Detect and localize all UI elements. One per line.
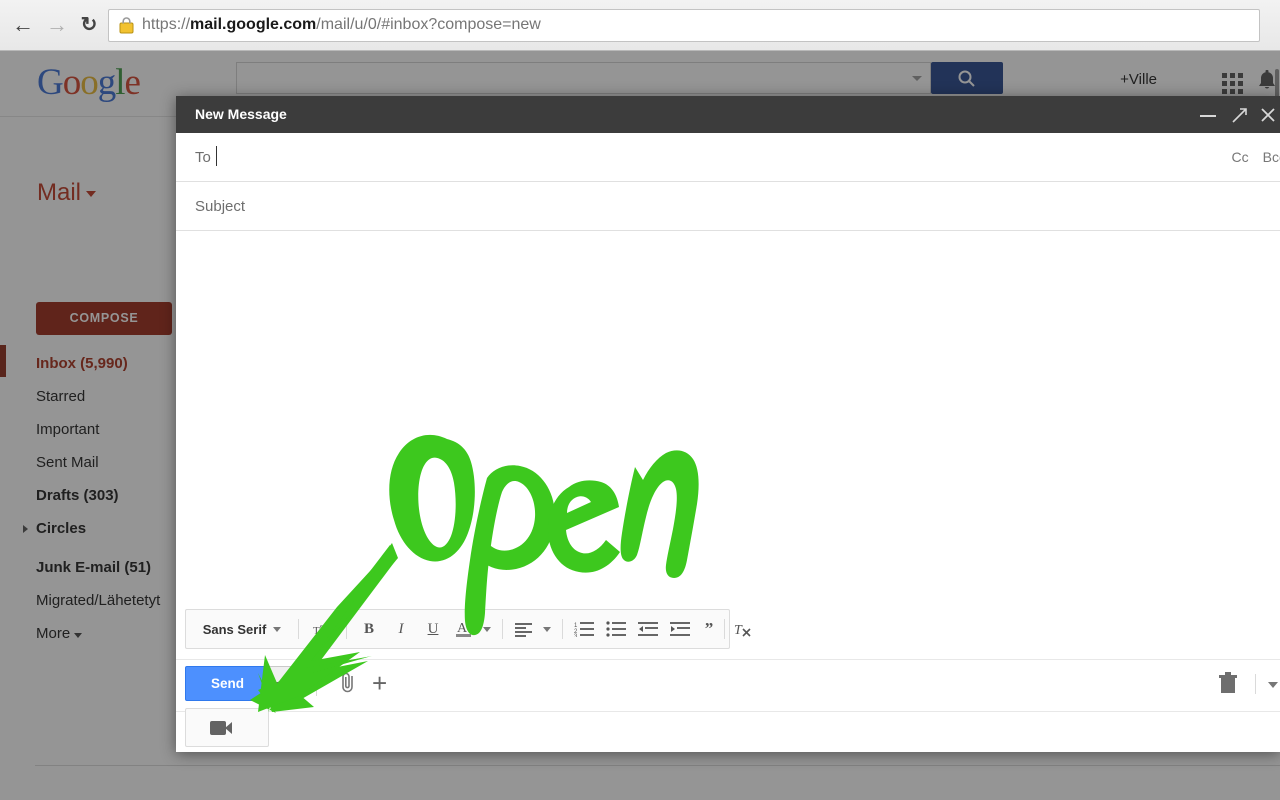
sidebar-item-label: Inbox (5,990) (36, 355, 128, 372)
font-family-label: Sans Serif (202, 621, 267, 637)
expand-arrow-icon (1232, 108, 1247, 123)
formatting-toolbar: Sans Serif TT B I U A 1 2 3 ” T (185, 609, 751, 649)
align-chevron-down-icon[interactable] (538, 610, 556, 648)
more-options-chevron-down-icon[interactable] (1268, 682, 1278, 688)
sidebar-item-label: Important (36, 421, 100, 438)
mail-dropdown[interactable]: Mail (37, 179, 97, 207)
text-size-icon[interactable]: TT (306, 610, 340, 648)
cc-bcc-group: Cc Bcc (1218, 149, 1280, 165)
apps-grid-icon[interactable] (1222, 73, 1244, 95)
svg-text:3: 3 (574, 634, 578, 637)
sidebar-item-label: Junk E-mail (51) (36, 559, 152, 576)
minimize-icon (1200, 115, 1216, 117)
address-bar[interactable]: https://mail.google.com/mail/u/0/#inbox?… (108, 9, 1260, 42)
sidebar-item-label: More (36, 625, 71, 642)
compose-action-row: Send + (176, 659, 1280, 711)
paperclip-icon[interactable] (338, 670, 358, 696)
italic-icon[interactable]: I (386, 610, 416, 648)
warning-lock-icon (119, 17, 134, 34)
search-input[interactable] (236, 62, 931, 94)
sidebar-item-label: Starred (36, 388, 86, 405)
toolbar-separator (724, 619, 725, 639)
toolbar-separator (562, 619, 563, 639)
compose-titlebar: New Message (176, 96, 1280, 133)
google-logo: Google (37, 62, 141, 103)
text-cursor (216, 146, 217, 166)
toolbar-separator (298, 619, 299, 639)
sidebar-item-label: Sent Mail (36, 454, 99, 471)
chevron-down-icon (276, 682, 284, 687)
to-field-row[interactable]: To Cc Bcc (176, 133, 1280, 182)
remove-formatting-icon[interactable]: T (730, 610, 760, 648)
send-button[interactable]: Send (185, 666, 270, 701)
svg-text:T: T (313, 625, 320, 637)
subject-placeholder: Subject (195, 198, 246, 215)
browser-toolbar: ← → ↻ https://mail.google.com/mail/u/0/#… (0, 0, 1280, 51)
mail-dropdown-label: Mail (37, 179, 82, 206)
toolbar-separator (502, 619, 503, 639)
send-options-button[interactable] (268, 666, 294, 701)
chat-divider (35, 765, 1280, 766)
video-camera-button[interactable] (185, 708, 269, 747)
screen: ← → ↻ https://mail.google.com/mail/u/0/#… (0, 0, 1280, 800)
expand-triangle-icon[interactable] (23, 525, 28, 533)
search-options-chevron-down-icon[interactable] (912, 76, 922, 81)
minimize-button[interactable] (1194, 96, 1222, 133)
text-color-icon[interactable]: A (450, 610, 478, 648)
compose-video-row (176, 708, 1280, 752)
trash-icon[interactable] (1218, 672, 1238, 696)
close-x-icon (1261, 108, 1275, 122)
toolbar-separator (346, 619, 347, 639)
chevron-down-icon (74, 633, 83, 638)
sidebar-item-label: Circles (36, 520, 87, 537)
url-host: mail.google.com (190, 16, 317, 33)
numbered-list-icon[interactable]: 123 (570, 610, 600, 648)
bold-icon[interactable]: B (354, 610, 384, 648)
action-separator (316, 676, 317, 696)
font-family-dropdown[interactable]: Sans Serif (194, 610, 290, 648)
svg-text:T: T (734, 623, 743, 638)
indent-more-icon[interactable] (666, 610, 696, 648)
chevron-down-icon (273, 626, 282, 632)
back-icon[interactable]: ← (8, 10, 38, 40)
expand-button[interactable] (1226, 96, 1254, 133)
sidebar-item-label: Migrated/Lähetetyt (36, 592, 161, 609)
search-icon (958, 70, 975, 87)
message-body-input[interactable] (176, 231, 1280, 599)
italic-glyph: I (398, 620, 404, 637)
profile-plus-label[interactable]: +Ville (1120, 71, 1157, 88)
reload-icon[interactable]: ↻ (74, 10, 104, 40)
bold-glyph: B (363, 620, 374, 637)
indent-less-icon[interactable] (634, 610, 664, 648)
bulleted-list-icon[interactable] (602, 610, 632, 648)
url-text: https://mail.google.com/mail/u/0/#inbox?… (142, 16, 541, 34)
align-icon[interactable] (510, 610, 538, 648)
compose-button[interactable]: COMPOSE (36, 302, 172, 335)
bcc-button[interactable]: Bcc (1263, 149, 1280, 165)
video-camera-icon (210, 721, 232, 735)
compose-window: New Message To Cc Bcc (176, 96, 1280, 752)
quote-icon[interactable]: ” (696, 610, 722, 648)
underline-icon[interactable]: U (418, 610, 448, 648)
svg-text:A: A (457, 621, 468, 636)
quote-glyph: ” (704, 619, 714, 638)
svg-text:T: T (320, 623, 329, 639)
search-button[interactable] (931, 62, 1003, 94)
chevron-down-icon (86, 190, 97, 197)
sidebar-item-label: Drafts (303) (36, 487, 119, 504)
plus-icon[interactable]: + (372, 667, 387, 699)
subject-field-row[interactable]: Subject (176, 182, 1280, 231)
forward-icon[interactable]: → (42, 10, 72, 40)
url-scheme: https:// (142, 16, 191, 33)
compose-title: New Message (195, 106, 287, 122)
url-path: /mail/u/0/#inbox?compose=new (316, 16, 541, 33)
underline-glyph: U (427, 620, 439, 637)
text-color-chevron-down-icon[interactable] (478, 610, 496, 648)
to-label: To (195, 149, 211, 166)
cc-button[interactable]: Cc (1232, 149, 1249, 165)
close-button[interactable] (1256, 96, 1280, 133)
action-separator (1255, 674, 1256, 694)
